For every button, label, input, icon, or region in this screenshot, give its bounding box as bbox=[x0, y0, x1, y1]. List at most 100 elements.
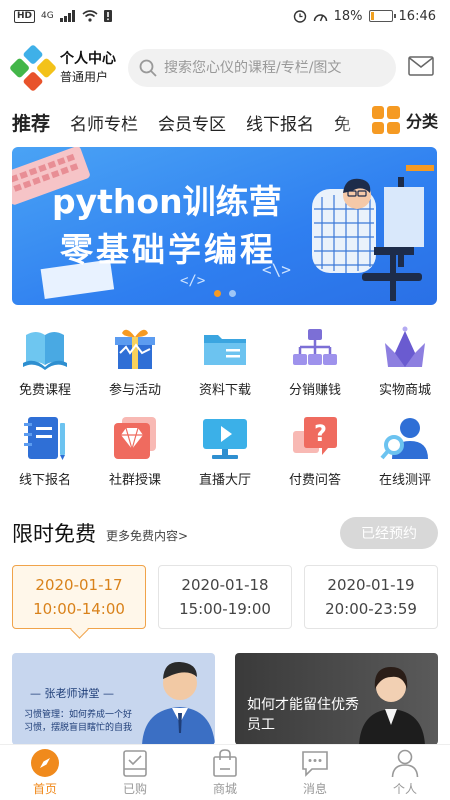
more-free-link[interactable]: 更多免费内容> bbox=[106, 527, 188, 544]
slot-date: 2020-01-17 bbox=[35, 576, 123, 594]
slot-date: 2020-01-19 bbox=[327, 576, 415, 594]
profile-title: 个人中心 bbox=[60, 51, 116, 67]
feature-label: 参与活动 bbox=[108, 383, 161, 398]
feature-offline-signup[interactable]: 线下报名 bbox=[0, 413, 90, 493]
alert-icon bbox=[103, 10, 112, 22]
feature-label: 线下报名 bbox=[18, 473, 71, 488]
feature-live-hall[interactable]: 直播大厅 bbox=[180, 413, 270, 493]
status-left: HD 4G bbox=[14, 9, 112, 23]
nav-label: 个人 bbox=[392, 782, 417, 796]
tabs-fade bbox=[336, 102, 366, 142]
feature-downloads[interactable]: 资料下载 bbox=[180, 323, 270, 403]
banner-subheadline: 零基础学编程 bbox=[60, 230, 276, 269]
user-search-icon bbox=[380, 418, 428, 460]
carousel-dots bbox=[214, 290, 236, 297]
reserved-button[interactable]: 已经预约 bbox=[340, 517, 438, 549]
gift-icon bbox=[115, 329, 155, 369]
status-right: 18% 16:46 bbox=[293, 9, 436, 24]
question-icon: ? bbox=[293, 417, 337, 455]
status-bar: HD 4G 18% 16:46 bbox=[0, 0, 450, 32]
course-card[interactable]: 如何才能留住优秀员工 bbox=[235, 653, 438, 745]
bottom-nav: 首页 已购 商城 消息 个人 bbox=[0, 744, 450, 800]
feature-label: 免费课程 bbox=[18, 383, 71, 398]
feature-label: 直播大厅 bbox=[198, 473, 251, 488]
promo-banner[interactable]: <\> </> python训练营 零基础学编程 bbox=[12, 147, 437, 305]
crown-icon bbox=[385, 326, 425, 367]
feature-label: 社群授课 bbox=[108, 473, 161, 488]
nav-home[interactable]: 首页 bbox=[0, 745, 90, 800]
feature-label: 在线测评 bbox=[378, 473, 431, 488]
course-description: 习惯管理：如何养成一个好习惯，摆脱盲目瞎忙的自我 bbox=[24, 710, 133, 733]
play-screen-icon bbox=[203, 419, 247, 459]
shopping-bag-icon bbox=[213, 749, 237, 777]
wifi-icon bbox=[82, 10, 98, 22]
folder-icon bbox=[204, 335, 246, 365]
tab-bar: 推荐 名师专栏 会员专区 线下报名 免 分类 bbox=[0, 102, 450, 142]
slot-time: 20:00-23:59 bbox=[325, 600, 417, 618]
course-card[interactable]: — 张老师讲堂 — 习惯管理：如何养成一个好习惯，摆脱盲目瞎忙的自我 bbox=[12, 653, 215, 745]
person-icon bbox=[391, 749, 419, 778]
signal-icon bbox=[59, 10, 75, 22]
clock: 16:46 bbox=[398, 8, 436, 24]
teacher-name: — 张老师讲堂 — bbox=[30, 687, 114, 700]
feature-store[interactable]: 实物商城 bbox=[360, 323, 450, 403]
feature-free-courses[interactable]: 免费课程 bbox=[0, 323, 90, 403]
battery-percent: 18% bbox=[333, 8, 363, 24]
message-icon bbox=[302, 751, 328, 777]
feature-community-class[interactable]: 社群授课 bbox=[90, 413, 180, 493]
nav-label: 消息 bbox=[302, 782, 327, 796]
search-bar[interactable] bbox=[128, 49, 396, 87]
feature-grid: 免费课程 参与活动 资料下载 分销赚钱 实物商城 线下报名 社群授课 直播大厅 … bbox=[0, 323, 450, 493]
search-input[interactable] bbox=[164, 60, 384, 76]
tab-offline-signup[interactable]: 线下报名 bbox=[246, 110, 314, 135]
feature-activities[interactable]: 参与活动 bbox=[90, 323, 180, 403]
nav-label: 商城 bbox=[212, 782, 237, 796]
limited-free-header: 限时免费 更多免费内容> 已经预约 bbox=[12, 515, 438, 551]
slot-time: 10:00-14:00 bbox=[33, 600, 125, 618]
grid-icon bbox=[371, 106, 400, 134]
book-icon bbox=[23, 332, 67, 370]
search-icon bbox=[139, 59, 157, 77]
app-logo[interactable] bbox=[8, 43, 58, 93]
feature-label: 实物商城 bbox=[378, 383, 431, 398]
feature-label: 资料下载 bbox=[198, 383, 251, 398]
mail-icon bbox=[408, 56, 434, 76]
time-slot[interactable]: 2020-01-18 15:00-19:00 bbox=[158, 565, 292, 629]
svg-text:</>: </> bbox=[180, 273, 205, 289]
header: 个人中心 普通用户 bbox=[0, 40, 450, 96]
feature-online-assessment[interactable]: 在线测评 bbox=[360, 413, 450, 493]
tab-famous-teachers[interactable]: 名师专栏 bbox=[70, 110, 138, 135]
banner-headline: python训练营 bbox=[52, 182, 282, 221]
section-title: 限时免费 bbox=[12, 522, 96, 546]
carousel-dot[interactable] bbox=[214, 290, 221, 297]
time-slot[interactable]: 2020-01-17 10:00-14:00 bbox=[12, 565, 146, 629]
alarm-icon bbox=[293, 10, 306, 23]
category-button[interactable]: 分类 bbox=[367, 106, 438, 134]
nav-messages[interactable]: 消息 bbox=[270, 745, 360, 800]
nav-store[interactable]: 商城 bbox=[180, 745, 270, 800]
svg-text:?: ? bbox=[314, 422, 327, 447]
nav-purchased[interactable]: 已购 bbox=[90, 745, 180, 800]
notebook-icon bbox=[24, 417, 65, 460]
battery-icon bbox=[368, 10, 396, 22]
carousel-dot[interactable] bbox=[229, 290, 236, 297]
battery-fill bbox=[370, 12, 375, 20]
tab-members[interactable]: 会员专区 bbox=[158, 110, 226, 135]
course-title: 如何才能留住优秀员工 bbox=[247, 697, 359, 733]
tab-recommend[interactable]: 推荐 bbox=[12, 109, 50, 136]
time-slots: 2020-01-17 10:00-14:00 2020-01-18 15:00-… bbox=[12, 565, 438, 629]
network-label: 4G bbox=[41, 11, 54, 21]
slot-time: 15:00-19:00 bbox=[179, 600, 271, 618]
mail-button[interactable] bbox=[408, 56, 434, 80]
time-slot[interactable]: 2020-01-19 20:00-23:59 bbox=[304, 565, 438, 629]
hierarchy-icon bbox=[293, 329, 337, 365]
slot-date: 2020-01-18 bbox=[181, 576, 269, 594]
feature-label: 分销赚钱 bbox=[288, 383, 341, 398]
nav-profile[interactable]: 个人 bbox=[360, 745, 450, 800]
compass-icon bbox=[31, 749, 59, 777]
purchased-icon bbox=[123, 750, 147, 777]
feature-distribution[interactable]: 分销赚钱 bbox=[270, 323, 360, 403]
speedometer-icon bbox=[313, 13, 327, 21]
user-block[interactable]: 个人中心 普通用户 bbox=[60, 50, 116, 86]
feature-paid-qa[interactable]: ? 付费问答 bbox=[270, 413, 360, 493]
